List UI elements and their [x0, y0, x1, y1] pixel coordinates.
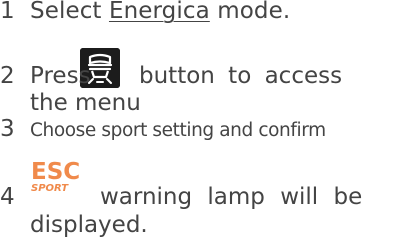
step-1-text-suffix: mode.	[209, 0, 291, 24]
step-3: 3 Choose sport setting and confirm	[0, 117, 326, 143]
step-4: 4 warning lamp will be	[0, 184, 362, 211]
step-1-text-prefix: Select	[30, 0, 109, 24]
step-2-line-2: the menu	[30, 90, 141, 116]
step-2-number: 2	[0, 63, 15, 89]
step-2-rest-text: button to access	[139, 63, 343, 89]
step-3-text: Choose sport setting and confirm	[30, 120, 326, 141]
step-1: 1 Select Energica mode.	[0, 0, 290, 25]
step-4-rest-text: warning lamp will be	[100, 184, 363, 210]
step-3-number: 3	[0, 116, 15, 142]
esc-lamp-top-text: ESC	[31, 159, 80, 185]
step-2-press-text: Press	[30, 63, 91, 89]
esc-sport-warning-lamp-icon: ESC SPORT	[30, 158, 90, 202]
step-1-link-energica[interactable]: Energica	[109, 0, 210, 24]
esc-lamp-bottom-text: SPORT	[31, 183, 69, 194]
step-2: 2 Press button to access	[0, 63, 400, 90]
step-1-number: 1	[0, 0, 15, 24]
step-4-number: 4	[0, 184, 15, 210]
step-4-line-2: displayed.	[30, 212, 148, 238]
